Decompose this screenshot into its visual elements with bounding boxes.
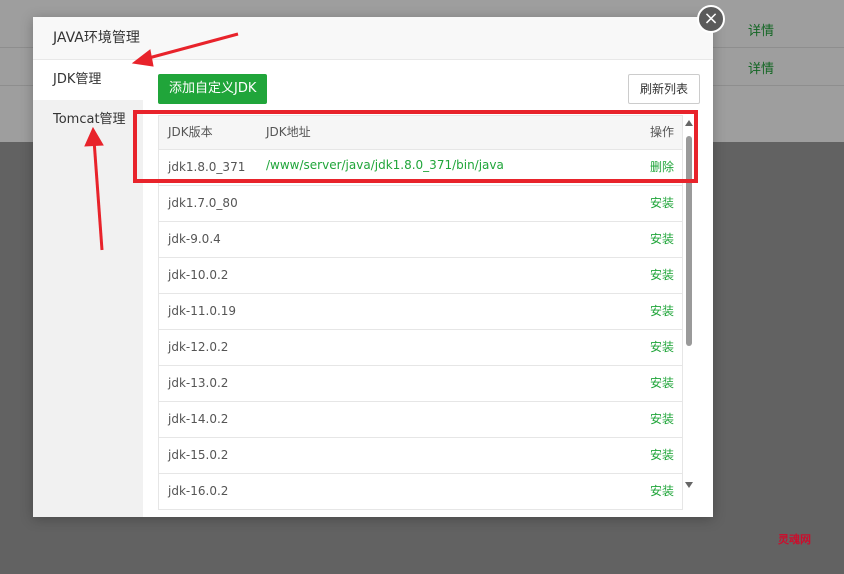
arrow-head-jdk (131, 49, 154, 67)
annotation-arrows (84, 32, 239, 251)
arrow-line-to-tomcat (92, 139, 104, 251)
arrow-line-to-jdk (144, 32, 239, 61)
arrow-head-tomcat (84, 126, 104, 147)
